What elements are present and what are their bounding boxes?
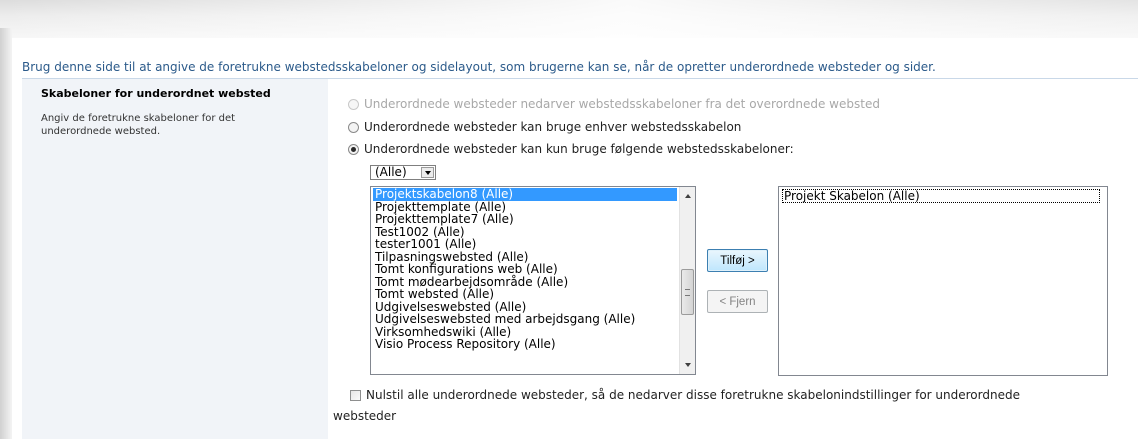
left-edge-shade	[0, 28, 12, 439]
remove-button[interactable]: < Fjern	[707, 290, 768, 313]
list-scrollbar[interactable]	[679, 187, 695, 374]
radio-label-only: Underordnede websteder kan kun bruge føl…	[364, 142, 794, 156]
available-templates-list[interactable]: Projektskabelon8 (Alle) Projekttemplate (…	[370, 186, 696, 375]
reset-subsites-label-continued: websteder	[333, 409, 397, 423]
language-filter-value: (Alle)	[375, 165, 407, 179]
language-filter-select[interactable]: (Alle)	[370, 165, 436, 180]
radio-option-any[interactable]: Underordnede websteder kan bruge enhver …	[348, 120, 741, 134]
radio-option-only[interactable]: Underordnede websteder kan kun bruge føl…	[348, 142, 794, 156]
scroll-down-icon[interactable]	[680, 358, 695, 372]
chevron-down-icon[interactable]	[421, 167, 434, 178]
list-item[interactable]: Projekttemplate7 (Alle)	[373, 213, 677, 226]
chosen-templates-list[interactable]: Projekt Skabelon (Alle)	[778, 186, 1108, 376]
radio-label-any: Underordnede websteder kan bruge enhver …	[364, 120, 742, 134]
scroll-thumb[interactable]	[681, 269, 694, 315]
reset-subsites-checkbox[interactable]	[350, 389, 361, 401]
section-description: Angiv de foretrukne skabeloner for det u…	[41, 113, 236, 137]
reset-subsites-label: Nulstil alle underordnede websteder, så …	[366, 388, 1020, 402]
radio-option-inherit[interactable]: Underordnede websteder nedarver websteds…	[348, 97, 880, 111]
radio-button-any[interactable]	[348, 121, 359, 133]
scroll-up-icon[interactable]	[680, 189, 695, 203]
list-item[interactable]: Udgivelseswebsted med arbejdsgang (Alle)	[373, 313, 677, 326]
radio-button-inherit[interactable]	[348, 98, 359, 110]
radio-label-inherit: Underordnede websteder nedarver websteds…	[364, 97, 880, 111]
add-button[interactable]: Tilføj >	[707, 249, 768, 272]
top-banner	[0, 0, 1138, 38]
section-title: Skabeloner for underordnet websted	[41, 87, 271, 100]
list-item[interactable]: Tomt websted (Alle)	[373, 288, 677, 301]
reset-subsites-option[interactable]: Nulstil alle underordnede websteder, så …	[350, 388, 1020, 402]
chosen-template-item[interactable]: Projekt Skabelon (Alle)	[782, 189, 1100, 203]
list-item[interactable]: Visio Process Repository (Alle)	[373, 338, 677, 351]
available-templates-items: Projektskabelon8 (Alle) Projekttemplate (…	[373, 188, 677, 351]
list-item[interactable]: tester1001 (Alle)	[373, 238, 677, 251]
page-intro-text: Brug denne side til at angive de foretru…	[22, 60, 936, 74]
radio-button-only[interactable]	[348, 143, 359, 155]
list-item[interactable]: Tomt konfigurations web (Alle)	[373, 263, 677, 276]
list-item[interactable]: Projektskabelon8 (Alle)	[373, 188, 677, 201]
